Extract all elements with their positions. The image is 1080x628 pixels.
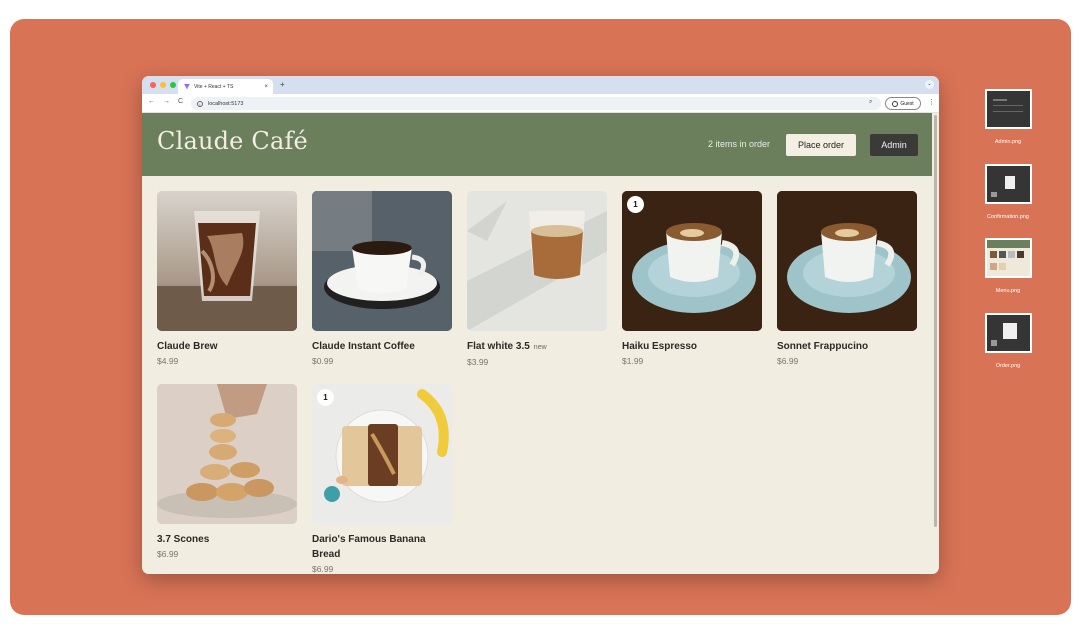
url-field[interactable]: i localhost:5173 [191, 97, 881, 110]
navigation-controls: ← → C [148, 98, 183, 105]
quantity-badge: 1 [317, 389, 334, 406]
vite-logo-icon [184, 83, 190, 90]
product-price: $0.99 [312, 356, 334, 366]
menu-item-card[interactable]: 3.7 Scones $6.99 [157, 384, 297, 559]
close-icon[interactable]: × [264, 84, 268, 90]
desktop-file-admin[interactable]: Admin.png [973, 89, 1043, 145]
product-image: 1 [312, 384, 452, 524]
profile-icon [892, 100, 899, 107]
menu-item-card[interactable]: Claude Brew $4.99 [157, 191, 297, 366]
product-price: $4.99 [157, 356, 179, 366]
file-thumbnail [984, 313, 1032, 353]
product-price: $1.99 [622, 356, 644, 366]
product-image [467, 191, 607, 331]
product-image [157, 191, 297, 331]
site-info-icon[interactable]: i [197, 100, 203, 107]
menu-item-card[interactable]: Sonnet Frappucino $6.99 [777, 191, 917, 366]
tab-search-button[interactable]: ⌄ [925, 80, 934, 89]
window-controls [150, 82, 176, 88]
scrollbar-thumb[interactable] [934, 115, 937, 527]
place-order-button[interactable]: Place order [786, 134, 856, 156]
desktop-file-menu[interactable]: Menu.png [973, 238, 1043, 294]
product-price: $3.99 [467, 357, 489, 367]
banana-bread-illustration [312, 384, 452, 524]
zoom-icon[interactable]: ⌕ [869, 99, 872, 106]
url-text: localhost:5173 [208, 100, 244, 107]
flat-white-illustration [467, 191, 607, 331]
product-name: Claude Brew [157, 341, 218, 352]
product-name-text: Flat white 3.5 [467, 341, 530, 352]
scones-illustration [157, 384, 297, 524]
menu-item-card[interactable]: 1 Haiku Espresso $1.99 [622, 191, 762, 366]
coffee-cup-illustration [312, 191, 452, 331]
product-price: $6.99 [312, 564, 334, 574]
file-thumbnail [984, 238, 1032, 278]
product-name: Haiku Espresso [622, 341, 698, 352]
new-tab-button[interactable]: + [280, 80, 285, 89]
desktop-file-order[interactable]: Order.png [973, 313, 1043, 369]
product-price: $6.99 [157, 549, 179, 559]
product-name: Claude Instant Coffee [312, 341, 415, 352]
file-name: Admin.png [994, 139, 1022, 145]
admin-button[interactable]: Admin [870, 134, 918, 156]
close-window-button[interactable] [150, 82, 156, 88]
frappucino-illustration [777, 191, 917, 331]
product-image [157, 384, 297, 524]
menu-item-card[interactable]: Flat white 3.5 new $3.99 [467, 191, 607, 367]
product-name: Flat white 3.5 new [467, 339, 607, 355]
site-header: Claude Café 2 items in order Place order… [142, 113, 932, 176]
product-name: Dario's Famous Banana Bread [312, 534, 426, 560]
browser-menu-icon[interactable]: ⋮ [928, 98, 935, 106]
guest-label: Guest [900, 100, 914, 107]
guest-profile-button[interactable]: Guest [885, 97, 921, 110]
menu-item-card[interactable]: 1 Dario's Famous Banana Bread $6.99 [312, 384, 452, 574]
reload-icon[interactable]: C [178, 98, 183, 105]
product-name: 3.7 Scones [157, 534, 210, 545]
browser-tab[interactable]: Vite + React + TS × [178, 79, 273, 94]
tab-bar: Vite + React + TS × + ⌄ [142, 76, 939, 94]
back-icon[interactable]: ← [148, 98, 155, 105]
menu-item-card[interactable]: Claude Instant Coffee $0.99 [312, 191, 452, 366]
brand-title: Claude Café [157, 127, 308, 155]
product-image [777, 191, 917, 331]
espresso-illustration [622, 191, 762, 331]
file-name: Confirmation.png [987, 214, 1029, 220]
order-count: 2 items in order [708, 139, 771, 149]
product-image [312, 191, 452, 331]
iced-coffee-illustration [157, 191, 297, 331]
forward-icon[interactable]: → [163, 98, 170, 105]
new-tag: new [533, 344, 547, 351]
page-scrollbar[interactable] [933, 113, 938, 574]
quantity-badge: 1 [627, 196, 644, 213]
file-thumbnail [984, 89, 1032, 129]
minimize-window-button[interactable] [160, 82, 166, 88]
file-thumbnail [984, 164, 1032, 204]
file-name: Menu.png [995, 288, 1021, 294]
cafe-page: Claude Café 2 items in order Place order… [142, 113, 932, 574]
product-price: $6.99 [777, 356, 799, 366]
product-name: Sonnet Frappucino [777, 341, 869, 352]
address-bar: ← → C i localhost:5173 ⌕ Guest ⋮ [142, 94, 939, 113]
product-image: 1 [622, 191, 762, 331]
maximize-window-button[interactable] [170, 82, 176, 88]
file-name: Order.png [995, 363, 1021, 369]
desktop-file-confirmation[interactable]: Confirmation.png [973, 164, 1043, 220]
tab-title: Vite + React + TS [194, 83, 234, 90]
browser-window: Vite + React + TS × + ⌄ ← → C i localhos… [142, 76, 939, 574]
